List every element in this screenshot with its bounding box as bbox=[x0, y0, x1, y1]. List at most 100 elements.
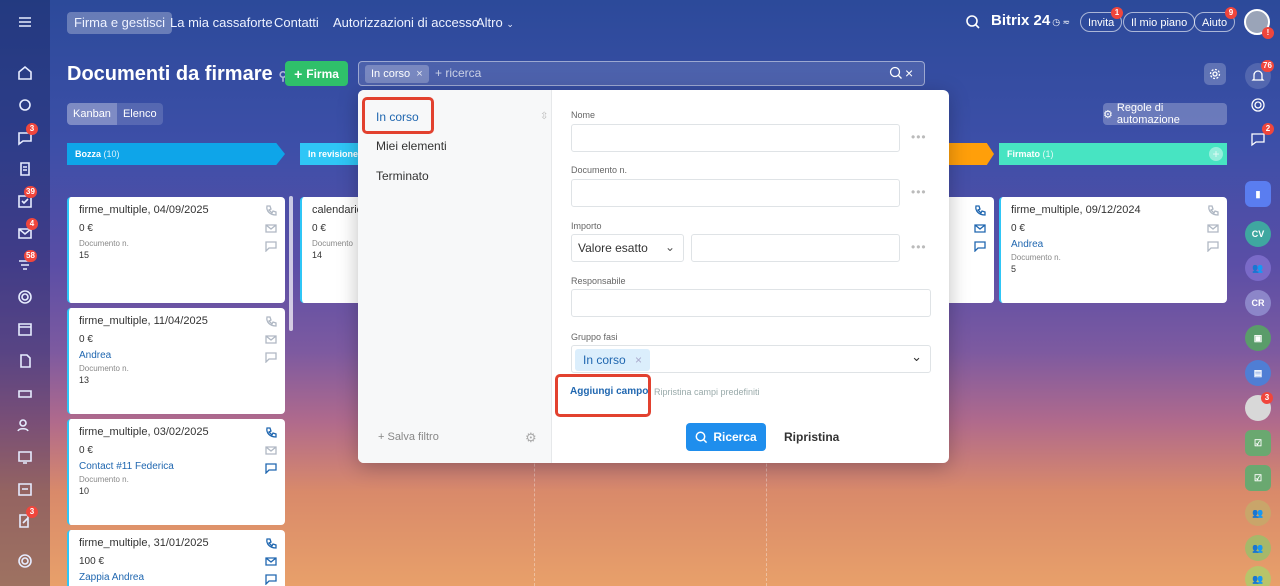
task-check-icon[interactable]: ☑ bbox=[1245, 465, 1271, 491]
tab-kanban[interactable]: Kanban bbox=[67, 103, 117, 125]
schedule-icon[interactable] bbox=[14, 478, 36, 500]
home-icon[interactable] bbox=[14, 62, 36, 84]
feed-icon[interactable] bbox=[14, 94, 36, 116]
importo-input[interactable] bbox=[691, 234, 900, 262]
column-header-bozza[interactable]: Bozza (10) bbox=[67, 143, 285, 165]
kanban-card[interactable]: firme_multiple, 03/02/2025 0 € Contact #… bbox=[67, 419, 285, 525]
gear-icon[interactable] bbox=[1204, 63, 1226, 85]
scrollbar[interactable] bbox=[289, 196, 293, 331]
phone-icon[interactable] bbox=[265, 204, 277, 216]
bookmark-icon[interactable]: ▮ bbox=[1245, 181, 1271, 207]
filter-icon[interactable]: 58 bbox=[14, 250, 37, 276]
avatar-cr[interactable]: CR bbox=[1245, 290, 1271, 316]
nav-firma-e-gestisci[interactable]: Firma e gestisci bbox=[67, 12, 173, 34]
task-check-icon[interactable]: ☑ bbox=[1245, 430, 1271, 456]
kanban-card[interactable]: firme_multiple, 11/04/2025 0 € Andrea Do… bbox=[67, 308, 285, 414]
clear-search-icon[interactable]: × bbox=[905, 65, 913, 81]
save-filter-link[interactable]: + Salva filtro bbox=[378, 431, 439, 443]
notifications-icon[interactable]: 76 bbox=[1245, 60, 1274, 89]
chat-icon[interactable] bbox=[974, 240, 986, 253]
restore-fields-link[interactable]: Ripristina campi predefiniti bbox=[654, 387, 760, 397]
nav-altro[interactable]: Altro ⌄ bbox=[469, 12, 521, 34]
phone-icon[interactable] bbox=[974, 204, 986, 216]
group-avatar-icon[interactable]: 👥 bbox=[1245, 535, 1271, 561]
preset-miei-elementi[interactable]: Miei elementi bbox=[376, 139, 447, 153]
drag-handle-icon[interactable]: ⇳ bbox=[540, 111, 548, 122]
menu-icon[interactable] bbox=[14, 11, 36, 33]
search-tag[interactable]: In corso × bbox=[365, 65, 429, 83]
importo-select[interactable]: Valore esatto ⌄ bbox=[571, 234, 684, 262]
reset-button[interactable]: Ripristina bbox=[784, 430, 839, 444]
responsabile-input[interactable] bbox=[571, 289, 931, 317]
more-icon[interactable]: ••• bbox=[911, 240, 927, 254]
firma-button[interactable]: + Firma bbox=[285, 61, 348, 86]
tab-elenco[interactable]: Elenco bbox=[116, 103, 163, 125]
card-contact[interactable]: Zappia Andrea bbox=[79, 572, 275, 583]
phone-icon[interactable] bbox=[265, 426, 277, 438]
tag-close-icon[interactable]: × bbox=[635, 353, 642, 367]
search-bar-icon[interactable] bbox=[889, 66, 903, 83]
mail-icon[interactable] bbox=[265, 444, 277, 456]
sites-icon[interactable] bbox=[14, 446, 36, 468]
mail-icon[interactable] bbox=[265, 333, 277, 345]
card-contact[interactable]: Contact #11 Federica bbox=[79, 461, 275, 472]
search-filter-bar[interactable]: In corso × + ricerca × bbox=[358, 61, 925, 86]
card-contact[interactable]: Andrea bbox=[1011, 239, 1217, 250]
mail-icon[interactable] bbox=[1207, 222, 1219, 234]
card-contact[interactable]: Andrea bbox=[79, 350, 275, 361]
kanban-card[interactable]: calendario 0 € Documento 14 bbox=[300, 197, 363, 303]
mail-icon[interactable] bbox=[265, 222, 277, 234]
column-header-firmato[interactable]: Firmato (1) + bbox=[999, 143, 1227, 165]
messenger-icon[interactable]: 2 bbox=[1245, 123, 1274, 152]
my-plan-button[interactable]: Il mio piano bbox=[1123, 12, 1196, 32]
column-header-revisione[interactable]: In revisione bbox=[300, 143, 360, 165]
mail-icon[interactable] bbox=[974, 222, 986, 234]
phone-icon[interactable] bbox=[265, 315, 277, 327]
nav-la-mia-cassaforte[interactable]: La mia cassaforte bbox=[163, 12, 280, 34]
chat-icon[interactable] bbox=[265, 240, 277, 253]
drive-icon[interactable] bbox=[14, 382, 36, 404]
mail-icon[interactable] bbox=[265, 555, 277, 567]
documento-input[interactable] bbox=[571, 179, 900, 207]
kanban-card[interactable]: firme_multiple, 04/09/2025 0 € Documento… bbox=[67, 197, 285, 303]
nome-input[interactable] bbox=[571, 124, 900, 152]
calendar-icon[interactable] bbox=[14, 318, 36, 340]
column-header-orange[interactable] bbox=[949, 143, 994, 165]
chat-bubble-icon[interactable]: ▤ bbox=[1245, 360, 1271, 386]
settings-icon[interactable]: ⚙ bbox=[525, 430, 537, 446]
avatar-cv[interactable]: CV bbox=[1245, 221, 1271, 247]
user-avatar[interactable]: 3 bbox=[1245, 392, 1273, 421]
search-button[interactable]: Ricerca bbox=[686, 423, 766, 451]
more-icon[interactable]: ••• bbox=[911, 185, 927, 199]
gruppo-fasi-select[interactable]: In corso × ⌄ bbox=[571, 345, 931, 373]
tasks-icon[interactable]: 39 bbox=[14, 186, 37, 212]
preset-terminato[interactable]: Terminato bbox=[376, 169, 429, 183]
add-column-icon[interactable]: + bbox=[1209, 147, 1223, 161]
group-avatar-icon[interactable]: 👥 bbox=[1245, 566, 1271, 586]
search-icon[interactable] bbox=[965, 14, 981, 33]
more-icon[interactable]: ••• bbox=[911, 130, 927, 144]
group-avatar-icon[interactable]: 👥 bbox=[1245, 500, 1271, 526]
nav-autorizzazioni[interactable]: Autorizzazioni di accesso bbox=[326, 12, 486, 34]
search-placeholder[interactable]: + ricerca bbox=[435, 66, 481, 80]
help-button[interactable]: Aiuto 9 bbox=[1194, 7, 1237, 32]
settings-icon[interactable] bbox=[14, 550, 36, 572]
group-avatar-icon[interactable]: 👥 bbox=[1245, 255, 1271, 281]
chat-icon[interactable]: 3 bbox=[14, 123, 38, 149]
file-icon[interactable] bbox=[14, 350, 36, 372]
phone-icon[interactable] bbox=[1207, 204, 1219, 216]
phone-icon[interactable] bbox=[265, 537, 277, 549]
kanban-card[interactable] bbox=[949, 197, 994, 303]
contact-card-icon[interactable]: ▣ bbox=[1245, 325, 1271, 351]
document-icon[interactable] bbox=[14, 158, 36, 180]
sign-icon[interactable]: 3 bbox=[14, 506, 38, 532]
brand-logo[interactable]: Bitrix 24 ◷ ≂ bbox=[991, 12, 1070, 29]
chat-icon[interactable] bbox=[265, 351, 277, 364]
invite-button[interactable]: Invita 1 bbox=[1080, 7, 1123, 32]
user-avatar[interactable]: ! bbox=[1244, 9, 1274, 39]
target-icon[interactable] bbox=[14, 286, 36, 308]
chat-icon[interactable] bbox=[1207, 240, 1219, 253]
nav-contatti[interactable]: Contatti bbox=[267, 12, 326, 34]
automation-rules-button[interactable]: ⚙ Regole di automazione bbox=[1103, 102, 1227, 126]
gruppo-tag[interactable]: In corso × bbox=[575, 349, 651, 371]
